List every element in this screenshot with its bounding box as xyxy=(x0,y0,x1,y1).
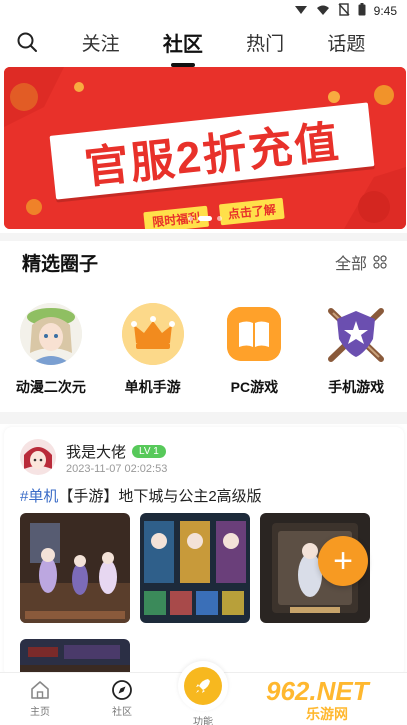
view-all-label: 全部 xyxy=(334,256,367,273)
circle-label: 手机游戏 xyxy=(328,379,385,395)
circle-single-player[interactable]: 单机手游 xyxy=(103,303,203,403)
watermark-sub: 乐游网 xyxy=(306,706,348,722)
view-all-button[interactable]: 全部 xyxy=(335,250,387,274)
featured-circles-header: 精选圈子 全部 xyxy=(0,245,407,279)
shield-swords-icon xyxy=(325,303,387,365)
battery-icon xyxy=(358,3,366,19)
circle-label: 动漫二次元 xyxy=(15,379,86,395)
carousel-dot[interactable] xyxy=(188,216,193,221)
bottom-nav: 主页 社区 功能 962.NET 乐游网 xyxy=(0,661,407,725)
tab-topics[interactable]: 话题 xyxy=(321,25,371,60)
circle-label: PC游戏 xyxy=(230,379,279,395)
level-badge: LV 1 xyxy=(132,445,166,458)
username[interactable]: 我是大佬 xyxy=(66,441,126,462)
circle-label: 单机手游 xyxy=(124,379,181,395)
compass-icon xyxy=(112,680,132,700)
wifi-icon xyxy=(316,4,330,19)
tab-hot[interactable]: 热门 xyxy=(240,25,290,60)
circle-anime[interactable]: 动漫二次元 xyxy=(1,303,101,403)
watermark-text: 962.NET xyxy=(266,676,369,706)
status-time: 9:45 xyxy=(373,4,397,18)
tab-community[interactable]: 社区 xyxy=(157,24,209,61)
post-title-text: 【手游】地下城与公主2高级版 xyxy=(58,488,262,505)
crown-icon xyxy=(121,303,184,365)
carousel-dot[interactable] xyxy=(217,216,222,221)
carousel-dot-active[interactable] xyxy=(198,216,212,221)
post-timestamp: 2023-11-07 02:02:53 xyxy=(66,463,168,475)
home-icon xyxy=(31,681,49,699)
tab-bar: 关注 社区 热门 话题 xyxy=(60,22,387,62)
plus-icon: + xyxy=(333,542,353,580)
post-title[interactable]: #单机【手游】地下城与公主2高级版 xyxy=(20,485,262,506)
post-images xyxy=(20,513,370,623)
add-post-button[interactable]: + xyxy=(318,536,368,586)
post-tag[interactable]: #单机 xyxy=(20,488,58,505)
avatar[interactable] xyxy=(20,439,56,475)
anime-girl-avatar xyxy=(19,303,82,365)
nav-features-button[interactable] xyxy=(178,661,228,711)
section-title: 精选圈子 xyxy=(22,253,99,275)
nav-label: 功能 xyxy=(193,717,213,725)
nav-home[interactable]: 主页 xyxy=(10,679,70,718)
promo-banner[interactable]: 官服2折充值 限时福利 点击了解 xyxy=(4,67,406,229)
top-nav: 关注 社区 热门 话题 xyxy=(0,22,407,62)
grid-icon xyxy=(373,255,387,269)
post-image[interactable] xyxy=(140,513,250,623)
circle-mobile-games[interactable]: 手机游戏 xyxy=(306,303,406,403)
search-icon[interactable] xyxy=(16,31,38,53)
circle-pc-games[interactable]: PC游戏 xyxy=(204,303,304,403)
post-author: 我是大佬 LV 1 xyxy=(66,441,166,462)
tab-following[interactable]: 关注 xyxy=(76,25,126,60)
signal-icon xyxy=(294,4,308,19)
rocket-icon xyxy=(184,667,222,705)
book-icon xyxy=(227,307,282,361)
section-divider xyxy=(0,233,407,241)
carousel-dots xyxy=(188,216,222,221)
post-image[interactable] xyxy=(20,513,130,623)
status-bar: 9:45 xyxy=(0,0,407,22)
nav-label: 主页 xyxy=(30,707,50,718)
no-sim-icon xyxy=(338,3,350,19)
section-divider xyxy=(0,412,407,424)
nav-community[interactable]: 社区 xyxy=(92,679,152,718)
site-watermark: 962.NET 乐游网 xyxy=(266,676,401,722)
featured-circles: 动漫二次元 单机手游 PC游戏 手机游戏 xyxy=(0,303,407,403)
nav-label: 社区 xyxy=(112,707,132,718)
